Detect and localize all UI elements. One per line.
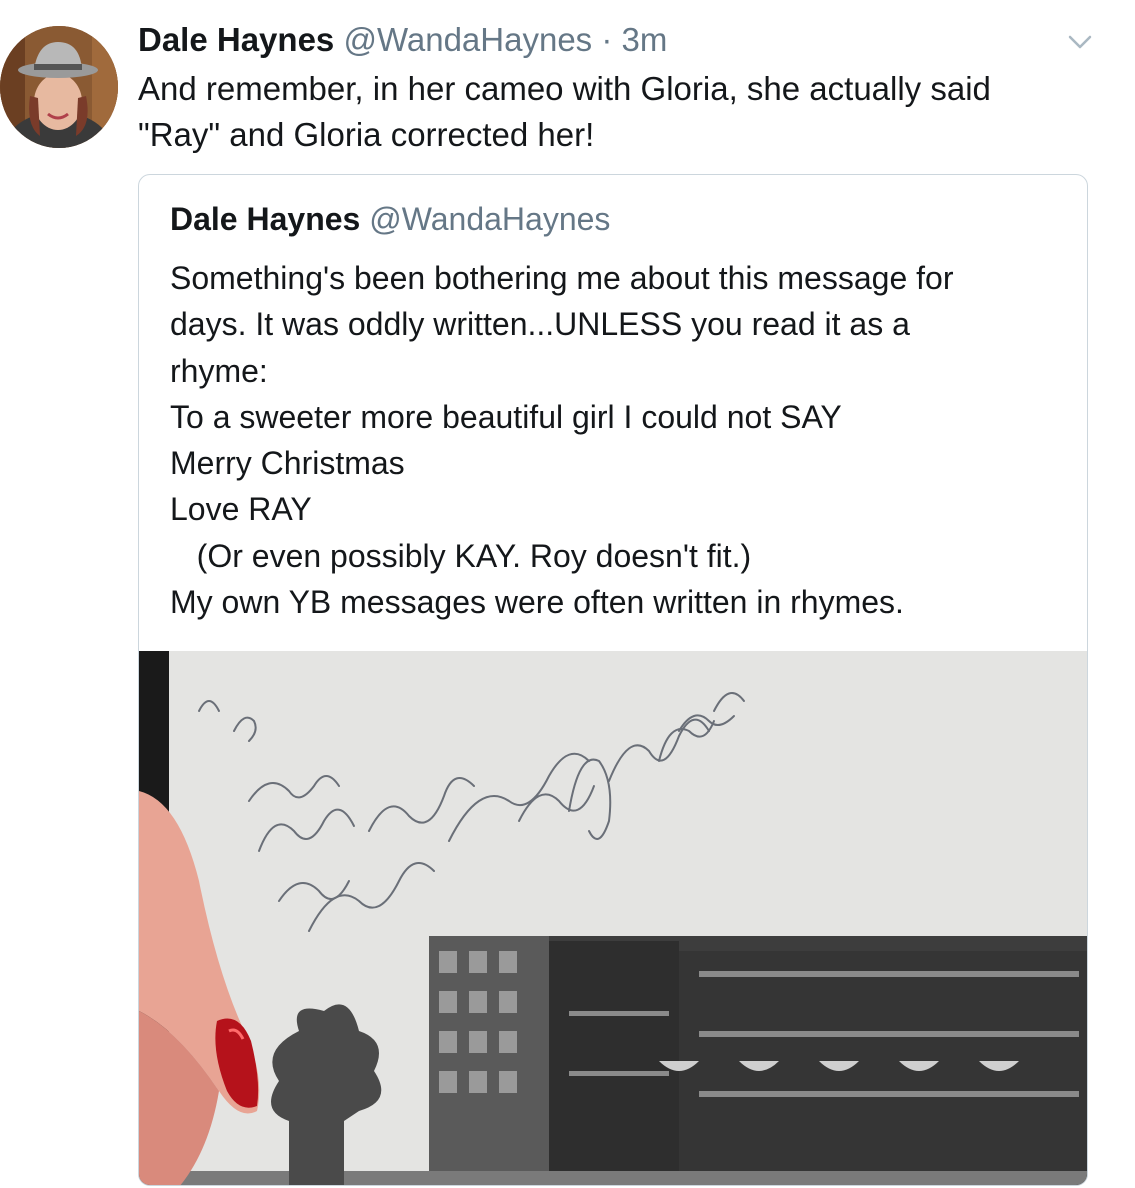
quoted-text-line: rhyme: — [170, 352, 268, 389]
quoted-text-line: Love RAY — [170, 491, 312, 528]
yearbook-photo[interactable] — [139, 651, 1087, 1185]
tweet[interactable]: Dale Haynes @WandaHaynes · 3m And rememb… — [0, 0, 1135, 1188]
avatar-image — [0, 26, 118, 148]
quoted-text-line: (Or even possibly KAY. Roy doesn't fit.) — [170, 537, 752, 574]
quoted-tweet-text: Something's been bothering me about this… — [170, 255, 1070, 625]
tweet-text: And remember, in her cameo with Gloria, … — [138, 66, 1098, 158]
tweet-text-line: And remember, in her cameo with Gloria, … — [138, 70, 991, 107]
quoted-tweet-header: Dale Haynes @WandaHaynes — [170, 199, 610, 239]
avatar[interactable] — [0, 26, 118, 148]
author-handle[interactable]: @WandaHaynes — [343, 21, 592, 58]
quoted-text-line: Merry Christmas — [170, 445, 405, 482]
author-name[interactable]: Dale Haynes — [138, 21, 334, 58]
quoted-text-line: Something's been bothering me about this… — [170, 260, 954, 296]
quoted-author-name: Dale Haynes — [170, 201, 361, 237]
quoted-text-line: My own YB messages were often written in… — [170, 584, 904, 621]
separator: · — [601, 21, 613, 58]
chevron-down-icon[interactable] — [1066, 30, 1094, 54]
quoted-tweet[interactable]: Dale Haynes @WandaHaynes Something's bee… — [138, 174, 1088, 1186]
quoted-text-line: days. It was oddly written...UNLESS you … — [170, 306, 910, 343]
tweet-header: Dale Haynes @WandaHaynes · 3m — [138, 20, 667, 60]
tweet-text-line: "Ray" and Gloria corrected her! — [138, 116, 595, 153]
quoted-author-handle: @WandaHaynes — [369, 201, 611, 237]
quoted-text-line: To a sweeter more beautiful girl I could… — [170, 398, 842, 435]
yearbook-photo-image — [139, 651, 1087, 1185]
timestamp[interactable]: 3m — [622, 21, 668, 58]
